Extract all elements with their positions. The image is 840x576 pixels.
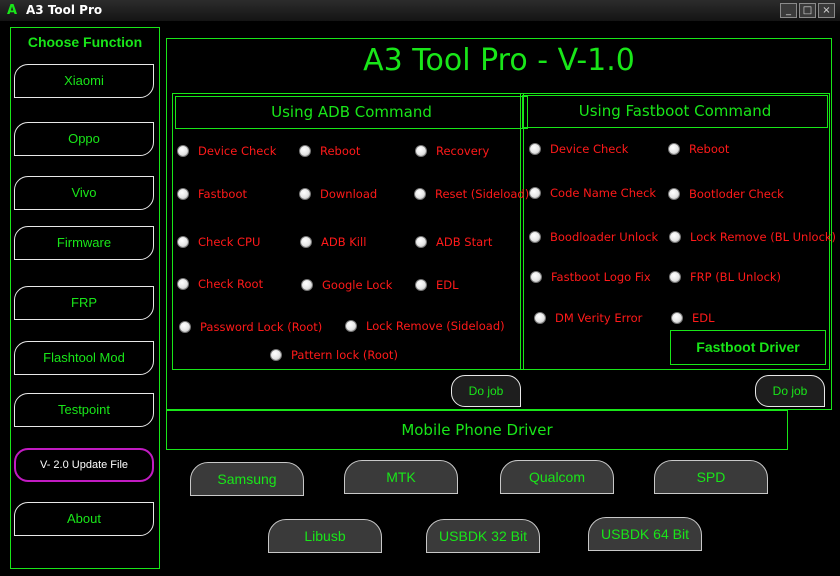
radio-button[interactable]: [179, 321, 191, 333]
radio-button[interactable]: [669, 271, 681, 283]
radio-button[interactable]: [345, 320, 357, 332]
sidebar-item-oppo[interactable]: Oppo: [14, 122, 154, 156]
driver-libusb-button[interactable]: Libusb: [268, 519, 382, 553]
fastboot-option-edl[interactable]: EDL: [671, 311, 715, 325]
adb-option-fastboot[interactable]: Fastboot: [177, 187, 247, 201]
adb-do-job-button[interactable]: Do job: [451, 375, 521, 407]
radio-button[interactable]: [415, 236, 427, 248]
fastboot-do-job-button[interactable]: Do job: [755, 375, 825, 407]
window-title: A3 Tool Pro: [26, 3, 103, 17]
adb-option-download[interactable]: Download: [299, 187, 377, 201]
sidebar-item-testpoint[interactable]: Testpoint: [14, 393, 154, 427]
app-icon: A: [7, 3, 18, 18]
fastboot-option-bootloader-check[interactable]: Bootloder Check: [668, 187, 784, 201]
adb-option-recovery[interactable]: Recovery: [415, 144, 489, 158]
driver-mtk-button[interactable]: MTK: [344, 460, 458, 494]
radio-button[interactable]: [669, 231, 681, 243]
fastboot-group-heading: Using Fastboot Command: [522, 95, 828, 128]
radio-button[interactable]: [529, 187, 541, 199]
adb-option-adb-kill[interactable]: ADB Kill: [300, 235, 366, 249]
mobile-phone-driver-heading: Mobile Phone Driver: [166, 410, 788, 450]
fastboot-option-code-name-check[interactable]: Code Name Check: [529, 186, 656, 200]
driver-spd-button[interactable]: SPD: [654, 460, 768, 494]
radio-button[interactable]: [668, 143, 680, 155]
fastboot-driver-button[interactable]: Fastboot Driver: [670, 330, 826, 365]
sidebar-item-frp[interactable]: FRP: [14, 286, 154, 320]
radio-button[interactable]: [671, 312, 683, 324]
adb-option-adb-start[interactable]: ADB Start: [415, 235, 492, 249]
fastboot-option-logo-fix[interactable]: Fastboot Logo Fix: [530, 270, 651, 284]
radio-button[interactable]: [415, 279, 427, 291]
driver-samsung-button[interactable]: Samsung: [190, 462, 304, 496]
close-button[interactable]: ×: [818, 3, 835, 18]
adb-option-pattern-lock[interactable]: Pattern lock (Root): [270, 348, 398, 362]
sidebar-heading: Choose Function: [27, 34, 143, 50]
driver-usbdk64-button[interactable]: USBDK 64 Bit: [588, 517, 702, 551]
sidebar-item-flashtool-mod[interactable]: Flashtool Mod: [14, 341, 154, 375]
radio-button[interactable]: [414, 188, 426, 200]
radio-button[interactable]: [668, 188, 680, 200]
radio-button[interactable]: [177, 278, 189, 290]
radio-button[interactable]: [300, 236, 312, 248]
adb-option-google-lock[interactable]: Google Lock: [301, 278, 392, 292]
adb-option-check-cpu[interactable]: Check CPU: [177, 235, 260, 249]
adb-option-device-check[interactable]: Device Check: [177, 144, 276, 158]
minimize-button[interactable]: _: [780, 3, 797, 18]
sidebar-item-about[interactable]: About: [14, 502, 154, 536]
sidebar: Choose Function Xiaomi Oppo Vivo Firmwar…: [10, 27, 160, 569]
adb-option-password-lock[interactable]: Password Lock (Root): [179, 320, 322, 334]
adb-option-reset-sideload[interactable]: Reset (Sideload): [414, 187, 529, 201]
radio-button[interactable]: [177, 145, 189, 157]
radio-button[interactable]: [299, 145, 311, 157]
fastboot-option-dm-verity[interactable]: DM Verity Error: [534, 311, 642, 325]
radio-button[interactable]: [530, 271, 542, 283]
radio-button[interactable]: [529, 143, 541, 155]
radio-button[interactable]: [299, 188, 311, 200]
fastboot-option-bootloader-unlock[interactable]: Boodloader Unlock: [529, 230, 658, 244]
radio-button[interactable]: [270, 349, 282, 361]
radio-button[interactable]: [177, 188, 189, 200]
update-file-button[interactable]: V- 2.0 Update File: [14, 448, 154, 482]
adb-group-heading: Using ADB Command: [175, 96, 528, 129]
driver-qualcom-button[interactable]: Qualcom: [500, 460, 614, 494]
sidebar-item-firmware[interactable]: Firmware: [14, 226, 154, 260]
fastboot-option-reboot[interactable]: Reboot: [668, 142, 729, 156]
fastboot-option-device-check[interactable]: Device Check: [529, 142, 628, 156]
radio-button[interactable]: [177, 236, 189, 248]
driver-usbdk32-button[interactable]: USBDK 32 Bit: [426, 519, 540, 553]
fastboot-option-frp-bl[interactable]: FRP (BL Unlock): [669, 270, 781, 284]
fastboot-option-lock-remove-bl[interactable]: Lock Remove (BL Unlock): [669, 230, 836, 244]
app-title: A3 Tool Pro - V-1.0: [363, 43, 635, 78]
adb-option-lock-remove-sideload[interactable]: Lock Remove (Sideload): [345, 319, 505, 333]
adb-option-check-root[interactable]: Check Root: [177, 277, 263, 291]
radio-button[interactable]: [415, 145, 427, 157]
radio-button[interactable]: [534, 312, 546, 324]
radio-button[interactable]: [301, 279, 313, 291]
radio-button[interactable]: [529, 231, 541, 243]
sidebar-item-vivo[interactable]: Vivo: [14, 176, 154, 210]
adb-option-reboot[interactable]: Reboot: [299, 144, 360, 158]
adb-option-edl[interactable]: EDL: [415, 278, 459, 292]
title-bar: A A3 Tool Pro _ □ ×: [0, 0, 840, 22]
maximize-button[interactable]: □: [799, 3, 816, 18]
sidebar-item-xiaomi[interactable]: Xiaomi: [14, 64, 154, 98]
